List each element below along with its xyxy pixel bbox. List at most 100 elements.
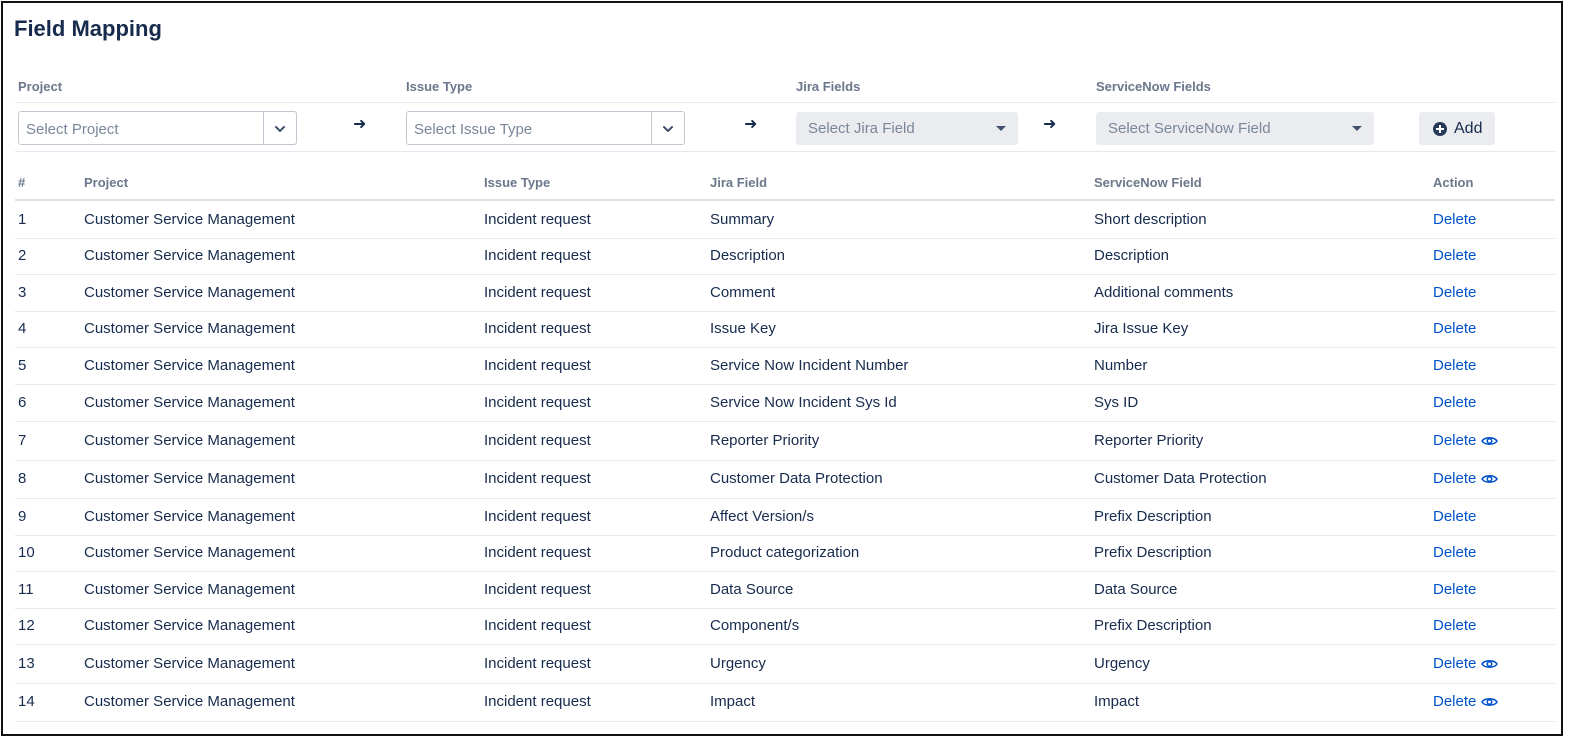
row-num: 10	[18, 544, 35, 561]
chevron-down-icon	[275, 126, 285, 132]
row-action: Delete	[1433, 357, 1476, 374]
delete-link[interactable]: Delete	[1433, 247, 1476, 264]
row-servicenow-field: Sys ID	[1094, 394, 1139, 411]
eye-icon[interactable]	[1481, 658, 1499, 670]
row-issue-type: Incident request	[484, 432, 591, 449]
row-action: Delete	[1433, 470, 1499, 487]
plus-circle-icon	[1433, 122, 1447, 136]
row-action: Delete	[1433, 284, 1476, 301]
table-row: 13 Customer Service Management Incident re…	[15, 644, 1555, 684]
row-num: 1	[18, 211, 27, 228]
delete-link[interactable]: Delete	[1433, 357, 1476, 374]
row-jira-field: Impact	[710, 693, 756, 710]
row-action: Delete	[1433, 211, 1476, 228]
delete-link[interactable]: Delete	[1433, 284, 1476, 301]
delete-link[interactable]: Delete	[1433, 693, 1476, 710]
eye-icon[interactable]	[1481, 435, 1499, 447]
row-project: Customer Service Management	[84, 655, 295, 672]
row-action: Delete	[1433, 508, 1476, 525]
row-action: Delete	[1433, 394, 1476, 411]
row-jira-field: Service Now Incident Number	[710, 357, 909, 374]
row-servicenow-field: Additional comments	[1094, 284, 1234, 301]
divider	[15, 151, 1555, 152]
delete-link[interactable]: Delete	[1433, 508, 1476, 525]
jira-field-select[interactable]: Select Jira Field	[796, 112, 1018, 145]
row-issue-type: Incident request	[484, 357, 591, 374]
row-jira-field: Customer Data Protection	[710, 470, 883, 487]
row-issue-type: Incident request	[484, 470, 591, 487]
row-servicenow-field: Number	[1094, 357, 1148, 374]
jira-field-select-placeholder: Select Jira Field	[808, 120, 915, 137]
row-jira-field: Reporter Priority	[710, 432, 820, 449]
arrow-right-icon: ➜	[353, 116, 367, 133]
caret-down-icon	[996, 126, 1006, 131]
row-project: Customer Service Management	[84, 508, 295, 525]
row-num: 5	[18, 357, 27, 374]
issue-type-select[interactable]: Select Issue Type	[406, 111, 685, 145]
servicenow-field-select[interactable]: Select ServiceNow Field	[1096, 112, 1374, 145]
table-row: 14 Customer Service Management Incident re…	[15, 683, 1555, 722]
row-project: Customer Service Management	[84, 320, 295, 337]
row-issue-type: Incident request	[484, 508, 591, 525]
table-row: 5 Customer Service Management Incident req…	[15, 347, 1555, 385]
row-project: Customer Service Management	[84, 247, 295, 264]
row-servicenow-field: Prefix Description	[1094, 544, 1212, 561]
page-title: Field Mapping	[14, 16, 162, 41]
row-project: Customer Service Management	[84, 432, 295, 449]
row-servicenow-field: Reporter Priority	[1094, 432, 1204, 449]
row-action: Delete	[1433, 247, 1476, 264]
row-servicenow-field: Urgency	[1094, 655, 1150, 672]
project-select[interactable]: Select Project	[18, 111, 297, 145]
table-row: 6 Customer Service Management Incident req…	[15, 384, 1555, 422]
row-num: 12	[18, 617, 35, 634]
row-num: 2	[18, 247, 27, 264]
row-action: Delete	[1433, 581, 1476, 598]
project-label: Project	[18, 79, 63, 94]
delete-link[interactable]: Delete	[1433, 544, 1476, 561]
table-row: 8 Customer Service Management Incident req…	[15, 460, 1555, 499]
col-header-num: #	[18, 175, 26, 190]
table-row: 2 Customer Service Management Incident req…	[15, 238, 1555, 275]
row-jira-field: Comment	[710, 284, 776, 301]
row-project: Customer Service Management	[84, 211, 295, 228]
delete-link[interactable]: Delete	[1433, 394, 1476, 411]
servicenow-fields-label: ServiceNow Fields	[1096, 79, 1211, 94]
eye-icon[interactable]	[1481, 473, 1499, 485]
row-project: Customer Service Management	[84, 693, 295, 710]
divider	[15, 102, 1555, 103]
delete-link[interactable]: Delete	[1433, 211, 1476, 228]
col-header-jira-field: Jira Field	[710, 175, 768, 190]
col-header-action: Action	[1433, 175, 1474, 190]
row-jira-field: Affect Version/s	[710, 508, 814, 525]
delete-link[interactable]: Delete	[1433, 581, 1476, 598]
servicenow-field-select-placeholder: Select ServiceNow Field	[1108, 120, 1271, 137]
eye-icon[interactable]	[1481, 696, 1499, 708]
table-row: 3 Customer Service Management Incident req…	[15, 274, 1555, 312]
row-project: Customer Service Management	[84, 581, 295, 598]
col-header-servicenow-field: ServiceNow Field	[1094, 175, 1202, 190]
delete-link[interactable]: Delete	[1433, 617, 1476, 634]
arrow-right-icon: ➜	[1043, 116, 1057, 133]
delete-link[interactable]: Delete	[1433, 320, 1476, 337]
table-row: 9 Customer Service Management Incident req…	[15, 498, 1555, 536]
arrow-right-icon: ➜	[744, 116, 758, 133]
row-num: 11	[18, 581, 34, 598]
row-issue-type: Incident request	[484, 284, 591, 301]
row-action: Delete	[1433, 544, 1476, 561]
jira-fields-label: Jira Fields	[796, 79, 861, 94]
row-jira-field: Description	[710, 247, 786, 264]
row-jira-field: Issue Key	[710, 320, 776, 337]
row-num: 3	[18, 284, 27, 301]
add-mapping-button[interactable]: Add	[1419, 112, 1495, 145]
delete-link[interactable]: Delete	[1433, 655, 1476, 672]
delete-link[interactable]: Delete	[1433, 470, 1476, 487]
row-num: 14	[18, 693, 35, 710]
row-jira-field: Component/s	[710, 617, 800, 634]
delete-link[interactable]: Delete	[1433, 432, 1476, 449]
row-issue-type: Incident request	[484, 693, 591, 710]
row-servicenow-field: Customer Data Protection	[1094, 470, 1267, 487]
row-issue-type: Incident request	[484, 544, 591, 561]
row-num: 13	[18, 655, 35, 672]
row-action: Delete	[1433, 693, 1499, 710]
row-project: Customer Service Management	[84, 284, 295, 301]
